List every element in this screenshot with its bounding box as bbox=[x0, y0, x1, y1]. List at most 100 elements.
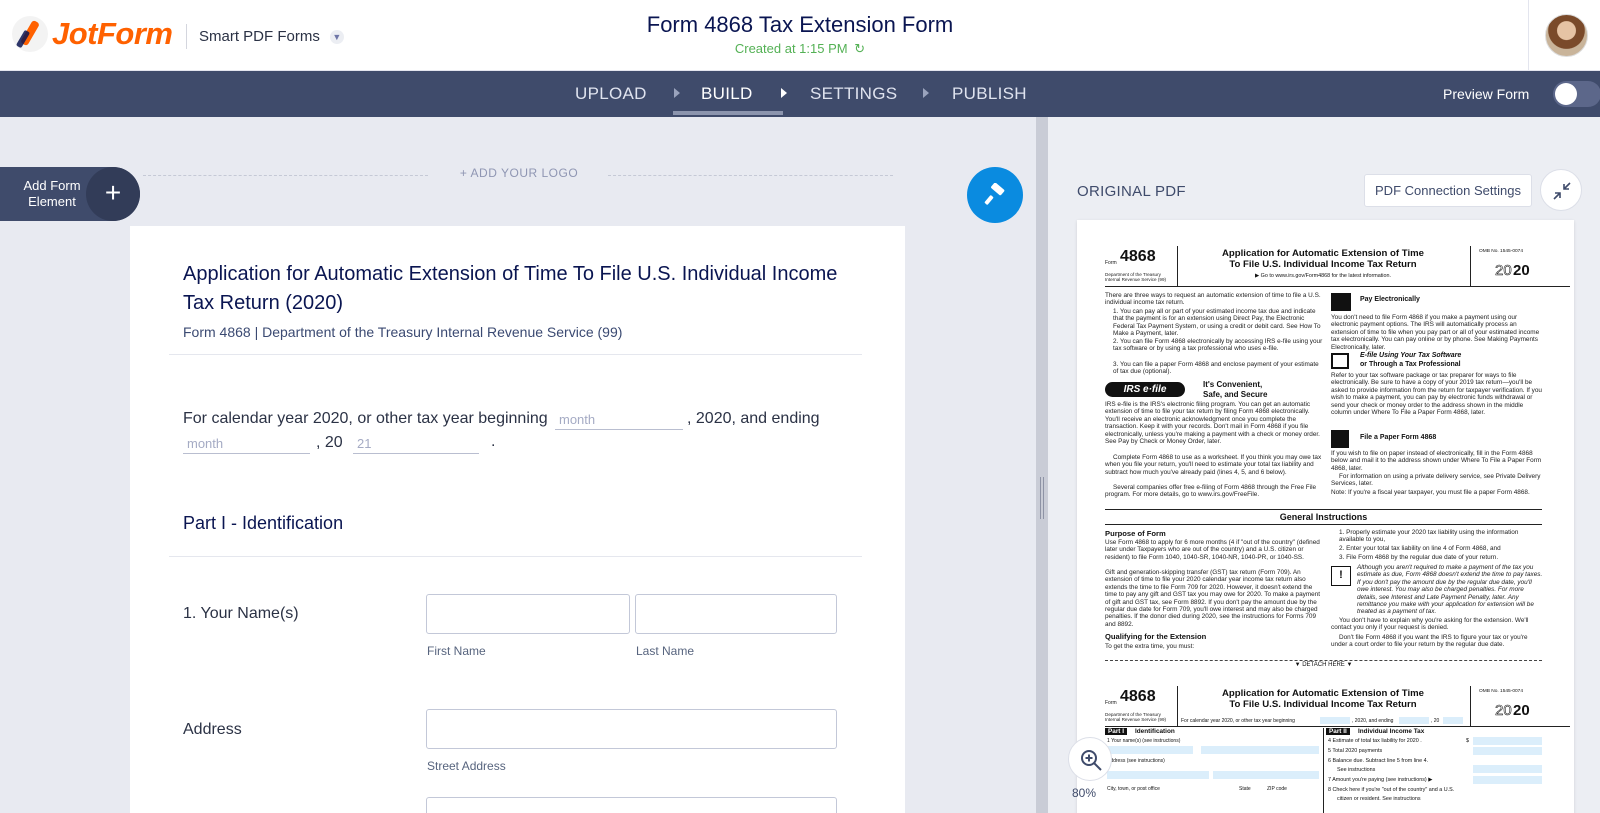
pdf-worksheet: Complete Form 4868 to use as a worksheet… bbox=[1105, 454, 1322, 476]
pdf-step-1: 1. Properly estimate your 2020 tax liabi… bbox=[1339, 529, 1519, 544]
form-builder-canvas: Add Form Element + + ADD YOUR LOGO Appli… bbox=[0, 117, 1036, 813]
pdf-intro: There are three ways to request an autom… bbox=[1105, 292, 1321, 307]
address-label[interactable]: Address bbox=[183, 721, 242, 739]
pdf-year-outline: 20 bbox=[1495, 262, 1512, 280]
end-month-field[interactable]: month bbox=[183, 434, 310, 454]
pdf-dont-file: Don't file Form 4868 if you want the IRS… bbox=[1331, 634, 1528, 649]
pdf-name-field-2 bbox=[1201, 746, 1319, 754]
preview-form-toggle[interactable] bbox=[1553, 81, 1600, 107]
top-header: JotForm Smart PDF Forms ▼ Form 4868 Tax … bbox=[0, 0, 1600, 71]
pdf-end-field bbox=[1399, 717, 1429, 724]
tab-upload[interactable]: UPLOAD bbox=[575, 84, 647, 104]
pdf-title-line-1b: Application for Automatic Extension of T… bbox=[1221, 688, 1425, 699]
wizard-nav: UPLOAD BUILD SETTINGS PUBLISH Preview Fo… bbox=[0, 71, 1600, 117]
name-label[interactable]: 1. Your Name(s) bbox=[183, 605, 299, 623]
pdf-connection-settings-button[interactable]: PDF Connection Settings bbox=[1364, 174, 1532, 207]
pdf-line6b: See instructions bbox=[1337, 767, 1376, 773]
first-name-input[interactable] bbox=[426, 594, 630, 634]
pdf-computer-icon bbox=[1331, 353, 1349, 369]
pdf-pay-icon bbox=[1331, 293, 1351, 311]
pdf-purpose: Purpose of Form bbox=[1105, 529, 1166, 538]
refresh-icon[interactable]: ↻ bbox=[854, 41, 865, 57]
pdf-convenient-2: Safe, and Secure bbox=[1203, 390, 1268, 399]
add-form-element-button[interactable]: Add Form Element + bbox=[0, 167, 140, 221]
pdf-form2-ending: , 2020, and ending bbox=[1352, 718, 1394, 724]
form-designer-button[interactable] bbox=[967, 167, 1023, 223]
pdf-pay-elec: Pay Electronically bbox=[1360, 296, 1420, 303]
pdf-addr-field bbox=[1107, 771, 1209, 779]
drag-grip-icon bbox=[1040, 477, 1044, 519]
pdf-title-line-2b: To File U.S. Individual Income Tax Retur… bbox=[1229, 699, 1417, 710]
pdf-caution-icon: ! bbox=[1331, 566, 1351, 586]
part-1-heading[interactable]: Part I - Identification bbox=[183, 513, 343, 534]
zoom-in-icon bbox=[1081, 750, 1102, 771]
pdf-convenient-1: It's Convenient, bbox=[1203, 380, 1263, 389]
pdf-form2-calendar: For calendar year 2020, or other tax yea… bbox=[1181, 718, 1295, 724]
pdf-year-field bbox=[1443, 717, 1463, 724]
end-year-field[interactable]: 21 bbox=[353, 434, 479, 454]
pdf-line8b: citizen or resident. See instructions bbox=[1337, 796, 1421, 802]
pdf-name-field bbox=[1107, 746, 1193, 754]
pdf-step-2: 2. Enter your total tax liability on lin… bbox=[1339, 545, 1501, 552]
step-arrow-icon bbox=[923, 88, 929, 98]
tab-build[interactable]: BUILD bbox=[701, 84, 753, 104]
pdf-line6a: 6 Balance due. Subtract line 5 from line… bbox=[1328, 758, 1429, 764]
panel-resize-handle[interactable] bbox=[1036, 117, 1048, 813]
pdf-file-paper-text: If you wish to file on paper instead of … bbox=[1331, 450, 1542, 472]
pdf-title-line-1: Application for Automatic Extension of T… bbox=[1221, 248, 1425, 259]
pdf-note: Note: If you're a fiscal year taxpayer, … bbox=[1331, 489, 1530, 496]
form-subheading[interactable]: Form 4868 | Department of the Treasury I… bbox=[183, 324, 622, 340]
last-name-sublabel: Last Name bbox=[636, 644, 695, 658]
pdf-efile-using-text: Refer to your tax software package or ta… bbox=[1331, 372, 1542, 417]
pdf-dept: Department of the Treasury Internal Reve… bbox=[1105, 272, 1167, 283]
active-tab-indicator bbox=[673, 111, 783, 115]
pdf-efile-logo: IRS e·file bbox=[1105, 382, 1185, 397]
street-address-line-2-input[interactable] bbox=[426, 797, 837, 813]
pdf-rule bbox=[1470, 686, 1471, 726]
preview-form-label: Preview Form bbox=[1443, 86, 1530, 102]
pdf-year-bold-2: 20 bbox=[1513, 702, 1530, 719]
form-heading[interactable]: Application for Automatic Extension of T… bbox=[183, 260, 863, 318]
original-pdf-panel: ORIGINAL PDF PDF Connection Settings For… bbox=[1048, 117, 1600, 813]
avatar-divider bbox=[1528, 0, 1529, 71]
pdf-step-3: 3. File Form 4868 by the regular due dat… bbox=[1339, 554, 1499, 561]
pdf-detach-line bbox=[1105, 660, 1542, 661]
pdf-dollar: $ bbox=[1466, 738, 1469, 744]
calendar-text: For calendar year 2020, or other tax yea… bbox=[183, 410, 548, 427]
street-address-input[interactable] bbox=[426, 709, 837, 749]
begin-month-field[interactable]: month bbox=[555, 410, 683, 430]
pdf-rule bbox=[1105, 509, 1542, 510]
pdf-addr: Address (see instructions) bbox=[1107, 758, 1165, 764]
pdf-qualifying-text: To get the extra time, you must: bbox=[1105, 643, 1195, 650]
zoom-in-button[interactable] bbox=[1068, 737, 1112, 781]
pdf-goto: ▶ Go to www.irs.gov/Form4868 for the lat… bbox=[1255, 273, 1391, 279]
pdf-gst-text: Gift and generation-skipping transfer (G… bbox=[1105, 569, 1321, 628]
pdf-no-explain: You don't have to explain why you're ask… bbox=[1331, 617, 1529, 632]
pdf-way-3: 3. You can file a paper Form 4868 and en… bbox=[1113, 361, 1319, 376]
add-logo-link[interactable]: + ADD YOUR LOGO bbox=[440, 166, 598, 180]
tab-publish[interactable]: PUBLISH bbox=[952, 84, 1027, 104]
first-name-sublabel: First Name bbox=[427, 644, 486, 658]
form-title[interactable]: Form 4868 Tax Extension Form bbox=[0, 12, 1600, 38]
avatar[interactable] bbox=[1545, 14, 1588, 57]
collapse-panel-button[interactable] bbox=[1540, 169, 1582, 211]
step-arrow-icon bbox=[781, 88, 787, 98]
pdf-line7-field bbox=[1473, 776, 1542, 784]
logo-divider bbox=[608, 175, 893, 176]
pdf-line5: 5 Total 2020 payments bbox=[1328, 748, 1383, 754]
pdf-part2-tag: Part II bbox=[1326, 728, 1350, 735]
pdf-detach: ▼ DETACH HERE ▼ bbox=[1294, 662, 1353, 668]
pdf-general-heading: General Instructions bbox=[1279, 512, 1368, 522]
tab-settings[interactable]: SETTINGS bbox=[810, 84, 897, 104]
last-name-input[interactable] bbox=[635, 594, 837, 634]
calendar-year-line: For calendar year 2020, or other tax yea… bbox=[183, 410, 548, 428]
pdf-caution-text: Although you aren't required to make a p… bbox=[1357, 564, 1543, 616]
pdf-way-1: 1. You can pay all or part of your estim… bbox=[1113, 308, 1321, 338]
pdf-page-preview[interactable]: Form 4868 Department of the Treasury Int… bbox=[1077, 220, 1574, 813]
pdf-private-delivery: For information on using a private deliv… bbox=[1331, 473, 1541, 488]
pdf-line4-field bbox=[1473, 737, 1542, 745]
pdf-dept-2: Department of the Treasury Internal Reve… bbox=[1105, 712, 1167, 723]
pdf-line4: 4 Estimate of total tax liability for 20… bbox=[1328, 738, 1422, 744]
pdf-form-word: Form bbox=[1105, 260, 1117, 266]
pdf-line6-field bbox=[1473, 765, 1542, 773]
